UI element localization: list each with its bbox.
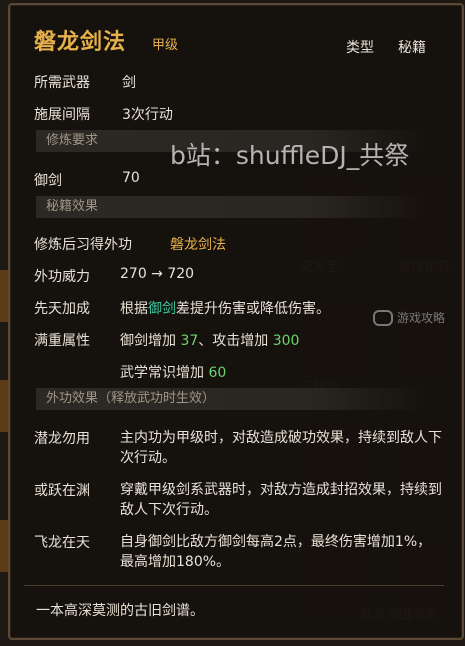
section-skill-header: 外功效果（释放武功时生效） (36, 388, 426, 410)
item-grade: 甲级 (152, 38, 179, 53)
innate-text: 根据御剑差提升伤害或降低伤害。 (120, 298, 330, 318)
weapon-label: 所需武器 (34, 75, 90, 91)
innate-suffix: 差提升伤害或降低伤害。 (176, 301, 330, 317)
type-label: 类型 (346, 40, 374, 56)
interval-value: 3次行动 (122, 107, 173, 123)
watermark: b站：shuffleDJ_共祭 (170, 141, 410, 170)
full-a: 御剑增加 (120, 333, 176, 349)
train-value: 70 (122, 170, 140, 186)
full-a-val: 37 (180, 333, 199, 349)
full-c-val: 60 (208, 365, 227, 381)
innate-label: 先天加成 (34, 301, 90, 317)
innate-highlight: 御剑 (148, 301, 176, 317)
effect-3-text: 自身御剑比敌方御剑每高2点，最终伤害增加1%，最高增加180%。 (120, 534, 432, 570)
full-line1: 御剑增加 37、攻击增加 300 (120, 330, 299, 350)
full-b: 、攻击增加 (198, 333, 269, 349)
weapon-value: 剑 (122, 75, 136, 91)
effect-1-name: 潜龙勿用 (34, 431, 90, 447)
innate-prefix: 根据 (120, 301, 148, 317)
learned-label: 修炼后习得外功 (34, 237, 132, 253)
item-name: 磐龙剑法 (34, 30, 127, 55)
effect-2-name: 或跃在渊 (34, 483, 90, 499)
train-label: 御剑 (34, 173, 62, 189)
section-effect-header: 秘籍效果 (36, 196, 426, 218)
divider (24, 585, 444, 586)
full-label: 满重属性 (34, 333, 90, 349)
watermark-logo: 游戏攻略 (373, 309, 445, 326)
interval-label: 施展间隔 (34, 107, 90, 123)
logo-icon (373, 309, 393, 326)
full-c: 武学常识增加 (120, 365, 204, 381)
watermark-2: 游戏攻略 (397, 311, 446, 325)
flavor-text: 一本高深莫测的古旧剑谱。 (36, 603, 204, 619)
full-b-val: 300 (272, 333, 300, 349)
full-line2: 武学常识增加 60 (120, 362, 226, 382)
power-value: 270 → 720 (120, 266, 195, 282)
type-value: 秘籍 (398, 40, 426, 56)
power-label: 外功威力 (34, 269, 90, 285)
learned-value: 磐龙剑法 (170, 237, 226, 253)
effect-2-text: 穿戴甲级剑系武器时，对敌方造成封招效果，持续到敌人下次行动。 (120, 482, 442, 518)
effect-1-text: 主内功为甲级时，对敌造成破功效果，持续到敌人下次行动。 (120, 430, 442, 466)
effect-3-name: 飞龙在天 (34, 535, 90, 551)
